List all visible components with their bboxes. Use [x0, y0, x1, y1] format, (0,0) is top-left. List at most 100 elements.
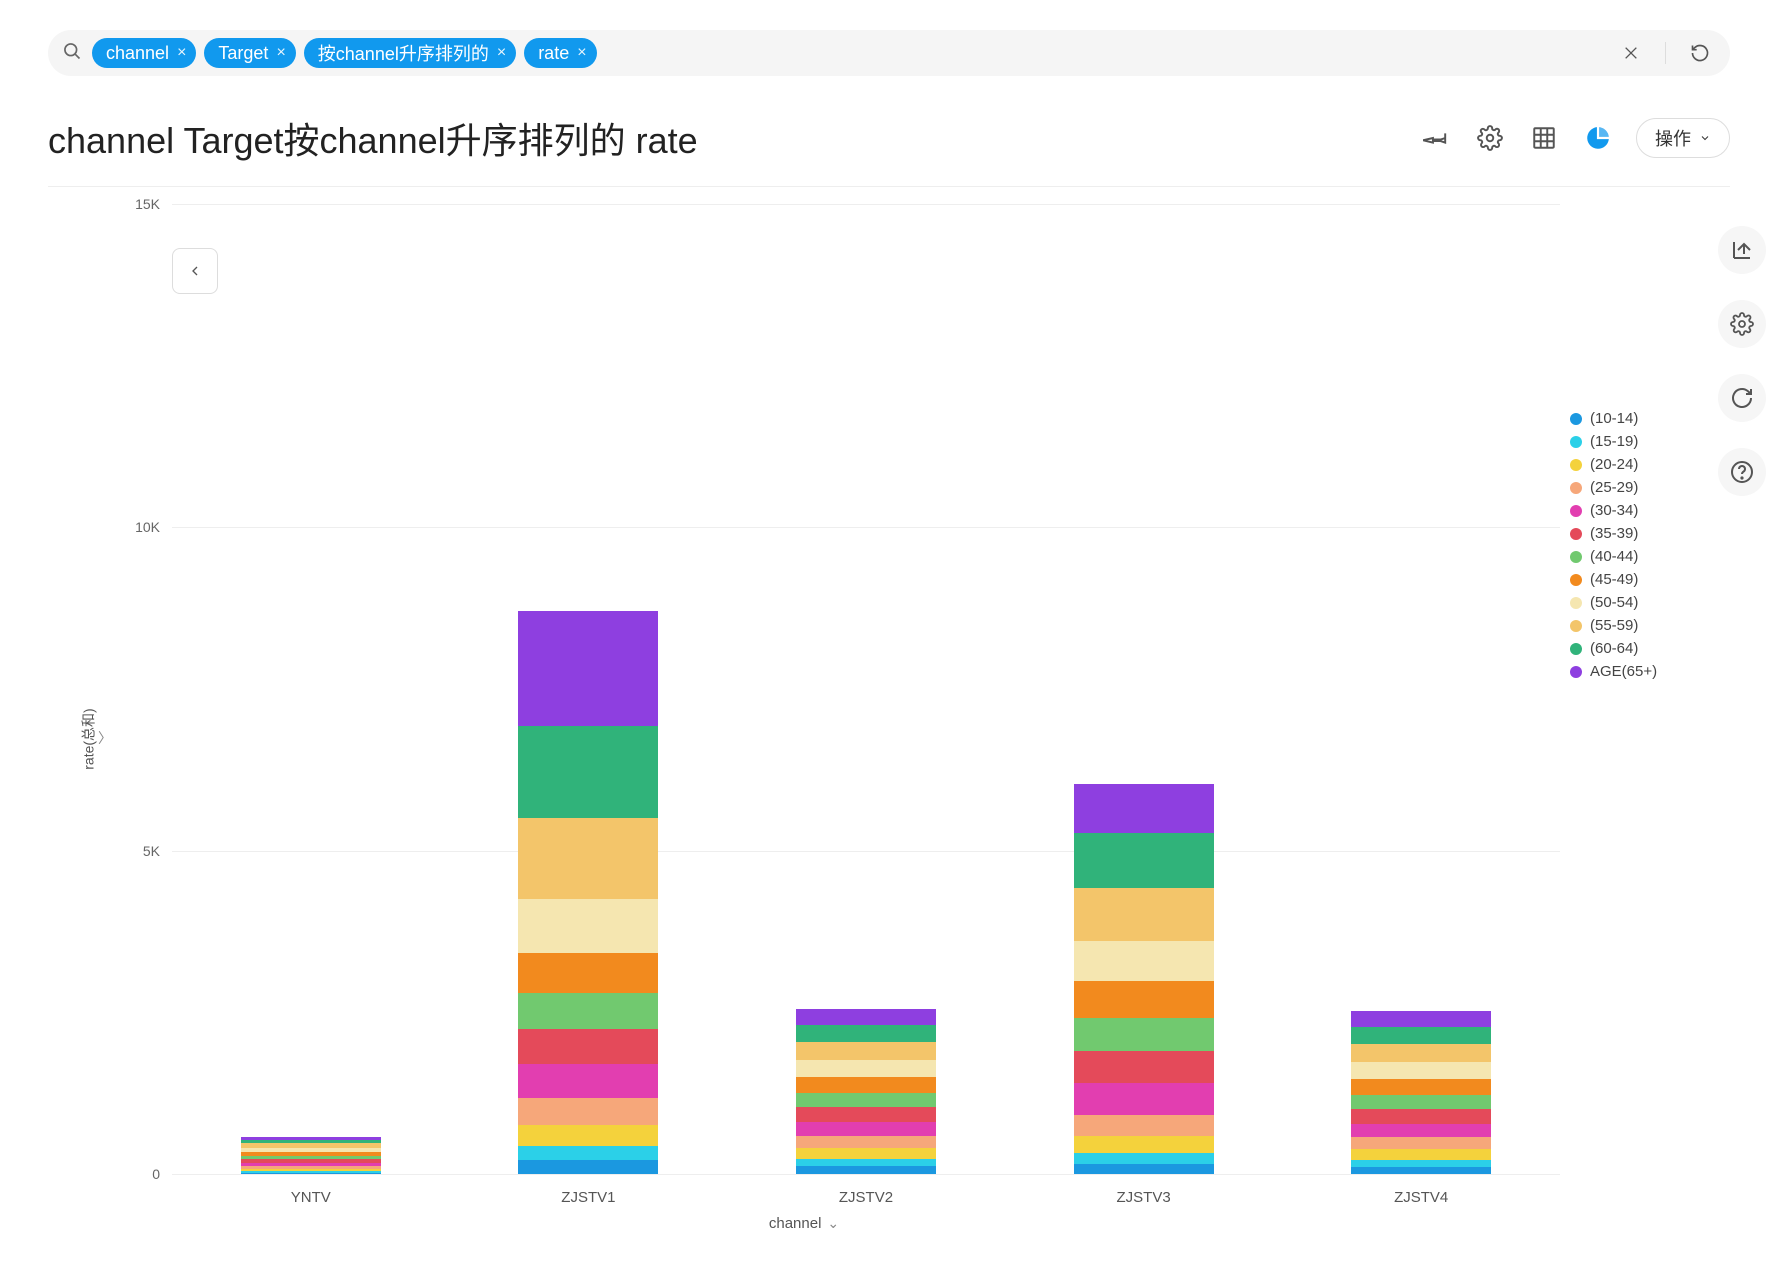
- filter-chip[interactable]: channel×: [92, 38, 196, 68]
- gear-icon[interactable]: [1474, 122, 1506, 154]
- help-icon[interactable]: [1718, 448, 1766, 496]
- bar-stack[interactable]: [518, 611, 658, 1174]
- bar-segment[interactable]: [1351, 1062, 1491, 1079]
- legend-item[interactable]: (60-64): [1570, 640, 1730, 657]
- legend-item[interactable]: (20-24): [1570, 456, 1730, 473]
- legend-label: (10-14): [1590, 410, 1638, 427]
- bar-segment[interactable]: [518, 1125, 658, 1146]
- legend-item[interactable]: (25-29): [1570, 479, 1730, 496]
- chart-area: rate(总和) 〉 05K10K15K YNTVZJSTV1ZJSTV2ZJS…: [48, 190, 1730, 1288]
- export-icon[interactable]: [1718, 226, 1766, 274]
- legend-item[interactable]: (45-49): [1570, 571, 1730, 588]
- bar-segment[interactable]: [518, 611, 658, 725]
- y-tick: 15K: [135, 196, 160, 212]
- bar-segment[interactable]: [1351, 1044, 1491, 1062]
- bar-segment[interactable]: [518, 1146, 658, 1160]
- x-axis-label[interactable]: channel⌄: [48, 1215, 1560, 1232]
- chip-remove-icon[interactable]: ×: [276, 44, 285, 62]
- legend-label: (30-34): [1590, 502, 1638, 519]
- bar-segment[interactable]: [518, 993, 658, 1029]
- bar-segment[interactable]: [1351, 1095, 1491, 1110]
- clear-icon[interactable]: [1615, 37, 1647, 69]
- legend-color-icon: [1570, 666, 1582, 678]
- bar-segment[interactable]: [1074, 888, 1214, 942]
- bar-segment[interactable]: [796, 1136, 936, 1148]
- filter-chip[interactable]: 按channel升序排列的×: [304, 38, 516, 68]
- bar-segment[interactable]: [1351, 1167, 1491, 1174]
- filter-chip[interactable]: Target×: [204, 38, 295, 68]
- bar-stack[interactable]: [241, 1137, 381, 1174]
- reload-icon[interactable]: [1718, 374, 1766, 422]
- legend-item[interactable]: (10-14): [1570, 410, 1730, 427]
- table-icon[interactable]: [1528, 122, 1560, 154]
- bar-segment[interactable]: [796, 1159, 936, 1167]
- bar-stack[interactable]: [796, 1009, 936, 1174]
- bar-segment[interactable]: [1351, 1124, 1491, 1138]
- bar-segment[interactable]: [1074, 1153, 1214, 1164]
- bar-segment[interactable]: [796, 1042, 936, 1060]
- bar-segment[interactable]: [518, 818, 658, 899]
- bar-segment[interactable]: [1351, 1027, 1491, 1044]
- bar-segment[interactable]: [1074, 1051, 1214, 1083]
- bar-segment[interactable]: [1351, 1011, 1491, 1027]
- search-icon[interactable]: [62, 41, 82, 66]
- bar-stack[interactable]: [1351, 1011, 1491, 1174]
- legend-label: (55-59): [1590, 617, 1638, 634]
- bar-segment[interactable]: [1074, 1115, 1214, 1136]
- bar-segment[interactable]: [1351, 1160, 1491, 1167]
- bar-segment[interactable]: [518, 953, 658, 993]
- legend-item[interactable]: (50-54): [1570, 594, 1730, 611]
- bar-segment[interactable]: [796, 1060, 936, 1077]
- bar-segment[interactable]: [1074, 1136, 1214, 1153]
- legend-item[interactable]: (15-19): [1570, 433, 1730, 450]
- bar-segment[interactable]: [1351, 1109, 1491, 1123]
- legend-item[interactable]: (35-39): [1570, 525, 1730, 542]
- bar-segment[interactable]: [518, 1098, 658, 1125]
- bar-segment[interactable]: [518, 899, 658, 953]
- bar-segment[interactable]: [1074, 981, 1214, 1018]
- back-button[interactable]: [172, 248, 218, 294]
- bar-segment[interactable]: [1074, 784, 1214, 833]
- bar-segment[interactable]: [518, 1029, 658, 1064]
- bar-segment[interactable]: [796, 1093, 936, 1108]
- legend-item[interactable]: AGE(65+): [1570, 663, 1730, 680]
- bar-segment[interactable]: [796, 1148, 936, 1158]
- filter-chip[interactable]: rate×: [524, 38, 596, 68]
- bar-segment[interactable]: [796, 1166, 936, 1174]
- legend-item[interactable]: (55-59): [1570, 617, 1730, 634]
- bar-segment[interactable]: [1074, 833, 1214, 888]
- bar-segment[interactable]: [1351, 1149, 1491, 1159]
- settings-icon[interactable]: [1718, 300, 1766, 348]
- bar-segment[interactable]: [1351, 1079, 1491, 1095]
- legend-item[interactable]: (30-34): [1570, 502, 1730, 519]
- bar-segment[interactable]: [796, 1025, 936, 1042]
- pin-icon[interactable]: [1420, 122, 1452, 154]
- bar-segment[interactable]: [796, 1009, 936, 1025]
- legend-color-icon: [1570, 459, 1582, 471]
- legend-item[interactable]: (40-44): [1570, 548, 1730, 565]
- y-tick: 10K: [135, 519, 160, 535]
- chip-remove-icon[interactable]: ×: [497, 44, 506, 62]
- bar-segment[interactable]: [1074, 1018, 1214, 1051]
- chip-remove-icon[interactable]: ×: [577, 44, 586, 62]
- bar-segment[interactable]: [518, 1160, 658, 1174]
- action-dropdown[interactable]: 操作: [1636, 118, 1730, 158]
- bar-segment[interactable]: [241, 1173, 381, 1174]
- pie-chart-icon[interactable]: [1582, 122, 1614, 154]
- y-axis-caret-icon[interactable]: 〉: [98, 728, 112, 748]
- bar-segment[interactable]: [1074, 1164, 1214, 1174]
- bar-segment[interactable]: [796, 1107, 936, 1121]
- legend-label: (60-64): [1590, 640, 1638, 657]
- chip-remove-icon[interactable]: ×: [177, 44, 186, 62]
- bar-segment[interactable]: [1074, 1083, 1214, 1115]
- bar-stack[interactable]: [1074, 784, 1214, 1174]
- bar-segment[interactable]: [1074, 941, 1214, 981]
- bar-segment[interactable]: [796, 1122, 936, 1136]
- chevron-down-icon: [1699, 132, 1711, 144]
- bar-segment[interactable]: [518, 726, 658, 818]
- legend-label: (45-49): [1590, 571, 1638, 588]
- bar-segment[interactable]: [1351, 1137, 1491, 1149]
- bar-segment[interactable]: [796, 1077, 936, 1093]
- refresh-icon[interactable]: [1684, 37, 1716, 69]
- bar-segment[interactable]: [518, 1064, 658, 1098]
